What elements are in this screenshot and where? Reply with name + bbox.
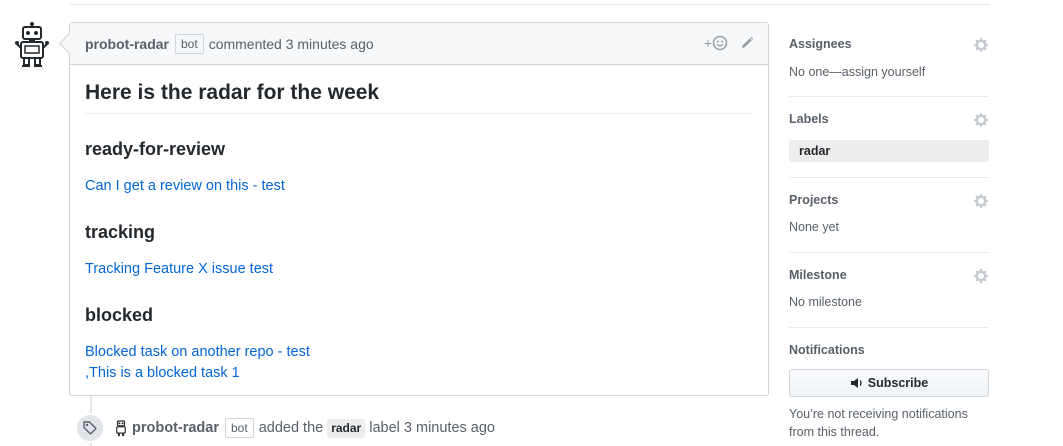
comment-body: Here is the radar for the week ready-for… bbox=[70, 65, 768, 384]
assign-yourself-link[interactable]: No one—assign yourself bbox=[789, 64, 989, 80]
notifications-note: You’re not receiving notifications from … bbox=[789, 405, 989, 441]
speaker-icon bbox=[850, 378, 862, 388]
radar-label[interactable]: radar bbox=[789, 140, 989, 162]
comment-title: Here is the radar for the week bbox=[85, 81, 753, 114]
event-action-text: added the bbox=[258, 420, 324, 436]
notifications-note-line: from this thread. bbox=[789, 425, 880, 439]
issue-sidebar: Assignees No one—assign yourself Labels … bbox=[789, 22, 989, 441]
notifications-title: Notifications bbox=[789, 343, 865, 357]
sidebar-labels: Labels radar bbox=[789, 97, 989, 178]
radar-label-chip[interactable]: radar bbox=[327, 418, 366, 438]
milestone-value: No milestone bbox=[789, 295, 862, 309]
smiley-icon bbox=[712, 35, 728, 51]
subscribe-label: Subscribe bbox=[867, 376, 929, 390]
gear-icon[interactable] bbox=[973, 37, 989, 53]
issue-link[interactable]: Can I get a review on this - test bbox=[85, 176, 753, 197]
issue-link[interactable]: Blocked task on another repo - test bbox=[85, 342, 753, 363]
section-heading: blocked bbox=[85, 305, 154, 325]
sidebar-projects: Projects None yet bbox=[789, 178, 989, 253]
subscribe-button[interactable]: Subscribe bbox=[789, 369, 989, 397]
label-added-event: probot-radar bot added the radar label 3… bbox=[75, 412, 495, 444]
sidebar-notifications: Notifications Subscribe You’re not recei… bbox=[789, 328, 989, 441]
event-timestamp: label 3 minutes ago bbox=[369, 420, 495, 436]
milestone-title: Milestone bbox=[789, 268, 847, 282]
section-ready-for-review: ready-for-review Can I get a review on t… bbox=[85, 138, 753, 197]
assignees-title: Assignees bbox=[789, 37, 852, 51]
add-reaction-button[interactable]: + bbox=[704, 35, 728, 51]
robot-avatar-icon[interactable] bbox=[14, 22, 50, 68]
section-tracking: tracking Tracking Feature X issue test bbox=[85, 221, 753, 280]
event-text: probot-radar bot added the radar label 3… bbox=[132, 418, 495, 438]
gear-icon[interactable] bbox=[973, 268, 989, 284]
comment-box: probot-radar bot commented 3 minutes ago… bbox=[69, 22, 769, 396]
event-author-link[interactable]: probot-radar bbox=[132, 420, 219, 436]
projects-value: None yet bbox=[789, 220, 840, 234]
labels-title: Labels bbox=[789, 112, 829, 126]
issue-link[interactable]: Tracking Feature X issue test bbox=[85, 259, 753, 280]
notifications-note-line: You’re not receiving notifications bbox=[789, 407, 968, 421]
bot-badge: bot bbox=[175, 33, 204, 54]
section-heading: ready-for-review bbox=[85, 139, 226, 159]
sidebar-assignees: Assignees No one—assign yourself bbox=[789, 22, 989, 97]
tag-icon bbox=[75, 413, 105, 443]
bot-badge: bot bbox=[225, 418, 254, 438]
comment-timestamp[interactable]: commented 3 minutes ago bbox=[209, 36, 374, 52]
gear-icon[interactable] bbox=[973, 193, 989, 209]
robot-avatar-small-icon[interactable] bbox=[114, 419, 128, 437]
issue-link[interactable]: ,This is a blocked task 1 bbox=[85, 363, 753, 384]
reaction-plus: + bbox=[703, 35, 712, 51]
comment-author-link[interactable]: probot-radar bbox=[85, 36, 169, 52]
projects-title: Projects bbox=[789, 193, 839, 207]
comment-actions: + bbox=[704, 35, 754, 51]
sidebar-milestone: Milestone No milestone bbox=[789, 253, 989, 328]
top-divider bbox=[70, 4, 990, 5]
gear-icon[interactable] bbox=[973, 112, 989, 128]
pencil-icon[interactable] bbox=[740, 36, 754, 50]
comment-header: probot-radar bot commented 3 minutes ago… bbox=[70, 23, 768, 65]
section-heading: tracking bbox=[85, 222, 156, 242]
section-blocked: blocked Blocked task on another repo - t… bbox=[85, 304, 753, 384]
